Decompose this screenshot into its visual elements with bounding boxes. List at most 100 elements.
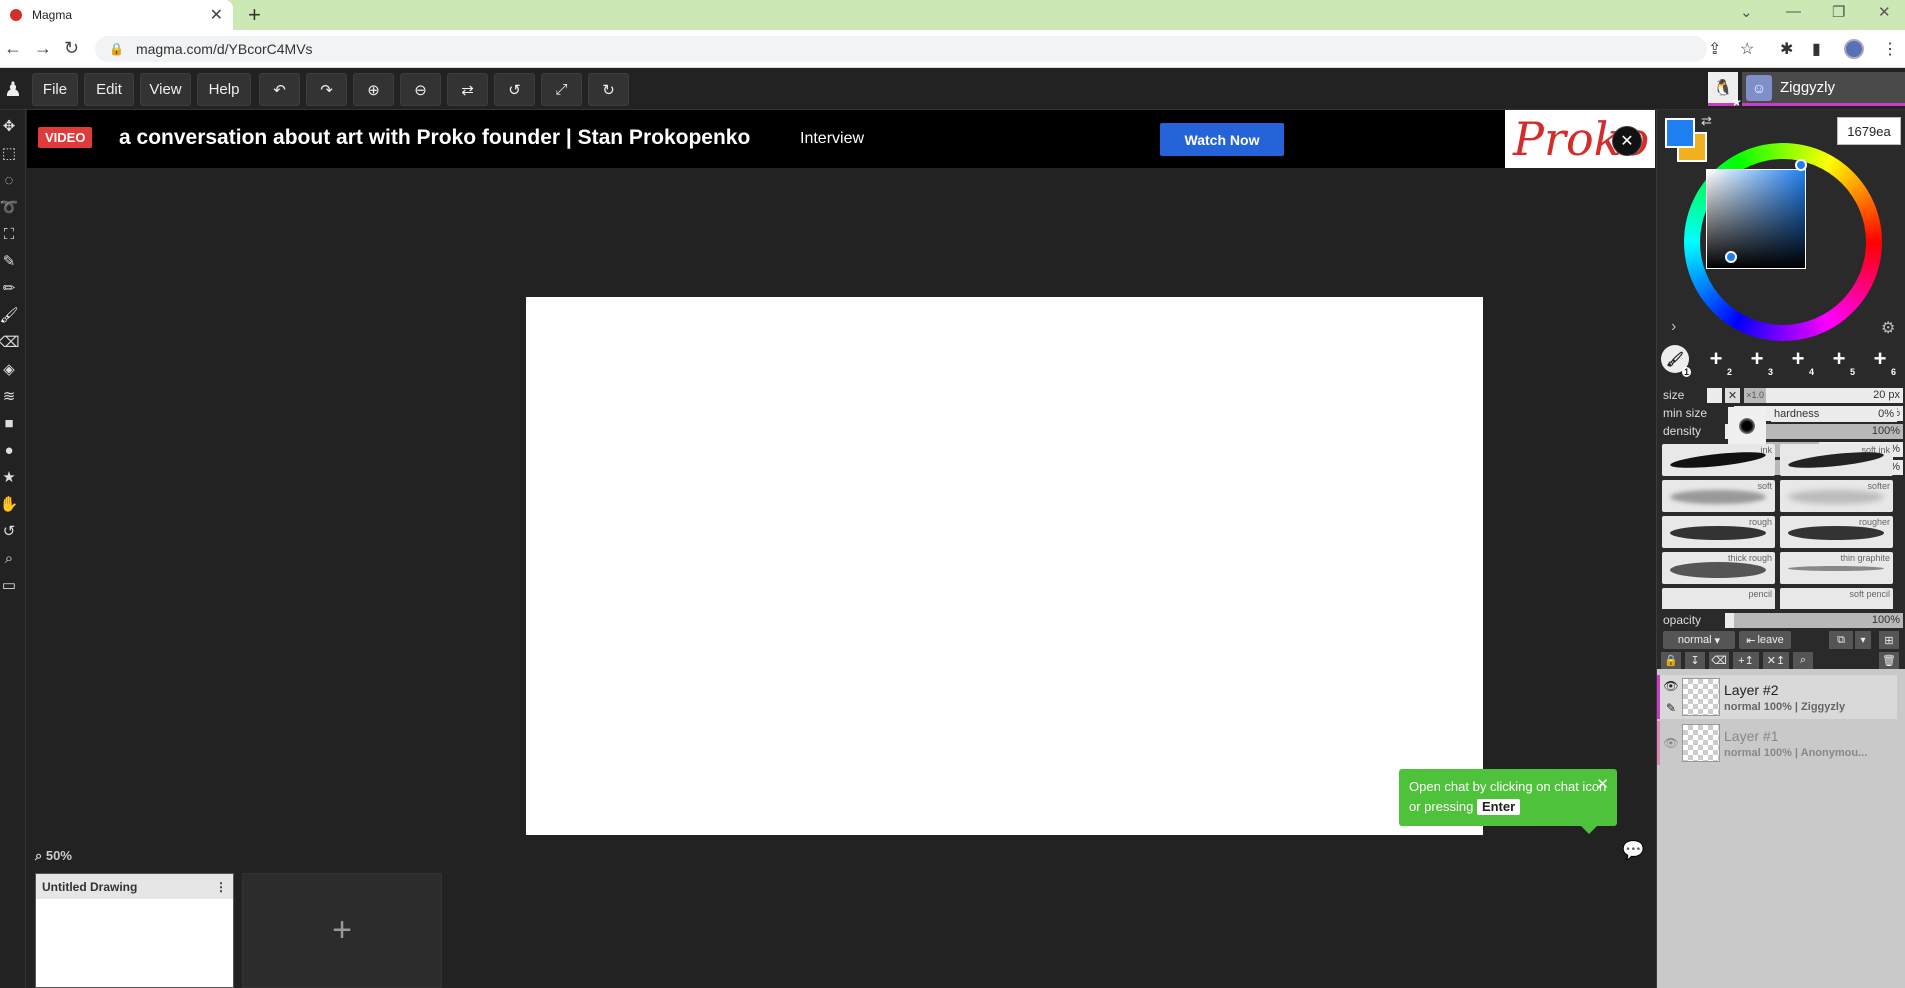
brush-slot-5[interactable]: +5 [1825, 345, 1855, 377]
url-input[interactable]: 🔒 magma.com/d/YBcorC4MVs [95, 36, 1707, 62]
share-icon[interactable]: ⇪ [1708, 39, 1721, 59]
eyedropper-tool-icon[interactable]: ✎ [0, 251, 18, 271]
brush-preset-ink[interactable]: ink [1662, 444, 1775, 476]
browser-menu-icon[interactable]: ⋮ [1882, 39, 1898, 59]
move-tool-icon[interactable]: ✥ [0, 116, 18, 136]
paint-bucket-tool-icon[interactable]: ◈ [0, 359, 18, 379]
forward-icon[interactable]: → [34, 38, 52, 59]
eye-icon[interactable]: 👁 [1663, 736, 1678, 750]
menu-view-button[interactable]: View [140, 73, 191, 106]
brush-preset-soft-ink[interactable]: soft ink [1780, 444, 1893, 476]
saturation-value-square[interactable] [1706, 169, 1806, 269]
chat-icon[interactable]: 💬 [1622, 840, 1644, 861]
layer-search-icon[interactable]: ⌕ [1793, 652, 1813, 669]
eye-icon[interactable]: 👁 [1663, 679, 1678, 693]
zoom-out-button[interactable]: ⊖ [400, 73, 441, 106]
side-panel-icon[interactable]: ▮ [1812, 39, 1821, 59]
layer-item[interactable]: 👁 Layer #1 normal 100% | Anonymou... [1657, 721, 1897, 765]
brush-preset-softer[interactable]: softer [1780, 480, 1893, 512]
layer-add-below-icon[interactable]: +↥ [1733, 652, 1759, 669]
color-settings-gear-icon[interactable]: ⚙ [1881, 318, 1895, 338]
rotate-view-button[interactable]: ↺ [494, 73, 535, 106]
sv-picker-knob[interactable] [1795, 159, 1807, 171]
minimize-icon[interactable]: — [1786, 3, 1801, 20]
close-tab-icon[interactable]: ✕ [210, 5, 223, 25]
expand-panel-icon[interactable]: › [1671, 318, 1676, 336]
drawing-thumbnail-card[interactable]: Untitled Drawing ⋮ [35, 873, 234, 988]
brush-slot-2[interactable]: +2 [1702, 345, 1732, 377]
hue-picker-knob[interactable] [1725, 251, 1737, 263]
size-pressure-off-icon[interactable]: ✕ [1725, 387, 1740, 403]
swap-colors-icon[interactable]: ⇄ [1701, 113, 1712, 129]
magma-logo-icon[interactable]: ♟ [0, 68, 26, 110]
drawing-menu-icon[interactable]: ⋮ [215, 880, 227, 894]
menu-help-button[interactable]: Help [197, 73, 251, 106]
brush-size-slider[interactable]: ×1.0 20 px [1744, 387, 1903, 403]
ad-watch-now-button[interactable]: Watch Now [1160, 123, 1284, 156]
brush-shape-preview[interactable] [1728, 407, 1766, 445]
add-layer-icon[interactable]: ⊞ [1879, 631, 1899, 649]
ad-close-button[interactable]: ✕ [1612, 126, 1642, 156]
ellipse-tool-icon[interactable]: ● [0, 440, 18, 460]
brush-slot-4[interactable]: +4 [1784, 345, 1814, 377]
add-drawing-button[interactable]: + [242, 873, 442, 988]
layer-opacity-slider[interactable]: 100% [1734, 612, 1903, 628]
hex-color-input[interactable]: 1679ea [1837, 117, 1901, 145]
layer-menu-chevron-icon[interactable]: ▾ [1855, 631, 1871, 649]
owner-avatar[interactable]: 🐧 ★ [1708, 72, 1742, 109]
ellipse-select-tool-icon[interactable]: ◌ [0, 170, 18, 190]
rect-select-tool-icon[interactable]: ⬚ [0, 143, 18, 163]
brush-preset-pencil[interactable]: pencil [1662, 588, 1775, 609]
chat-tooltip-close-icon[interactable]: ✕ [1596, 775, 1609, 795]
brush-preset-thin-graphite[interactable]: thin graphite [1780, 552, 1893, 584]
duplicate-layer-icon[interactable]: ⧉ [1829, 631, 1853, 649]
profile-avatar[interactable] [1844, 39, 1864, 59]
menu-file-button[interactable]: File [32, 73, 78, 106]
eraser-tool-icon[interactable]: ⌫ [0, 332, 20, 352]
extensions-icon[interactable]: ✱ [1780, 39, 1793, 59]
bookmark-star-icon[interactable]: ☆ [1740, 39, 1754, 59]
lock-layer-icon[interactable]: 🔒 [1661, 652, 1681, 669]
brush-preset-thick-rough[interactable]: thick rough [1662, 552, 1775, 584]
brush-slot-1[interactable]: 🖌 1 [1661, 345, 1691, 377]
reset-view-button[interactable]: ↻ [588, 73, 629, 106]
leave-layer-button[interactable]: ⇤ leave [1739, 631, 1791, 649]
brush-preset-rougher[interactable]: rougher [1780, 516, 1893, 548]
close-window-icon[interactable]: ✕ [1878, 3, 1891, 21]
zoom-in-button[interactable]: ⊕ [353, 73, 394, 106]
comment-tool-icon[interactable]: ▭ [0, 575, 18, 595]
brush-tool-icon[interactable]: 🖌 [0, 305, 19, 325]
brush-slot-3[interactable]: +3 [1743, 345, 1773, 377]
brush-preset-soft[interactable]: soft [1662, 480, 1775, 512]
rotate-tool-icon[interactable]: ↺ [0, 521, 18, 541]
layer-item[interactable]: 👁 ✎ Layer #2 normal 100% | Ziggyzly [1657, 675, 1897, 719]
primary-color-swatch[interactable] [1665, 118, 1695, 148]
size-pressure-toggle[interactable] [1707, 387, 1722, 403]
new-tab-icon[interactable]: + [248, 2, 261, 28]
flip-view-button[interactable]: ⇄ [447, 73, 488, 106]
blend-mode-select[interactable]: normal ▾ [1663, 631, 1735, 649]
zoom-tool-icon[interactable]: ⌕ [0, 548, 18, 568]
menu-edit-button[interactable]: Edit [84, 73, 134, 106]
restore-icon[interactable]: ❐ [1832, 3, 1845, 21]
merge-down-icon[interactable]: ↧ [1685, 652, 1705, 669]
delete-layer-icon[interactable]: 🗑 [1879, 652, 1899, 669]
fullscreen-button[interactable]: ⤢ [541, 73, 582, 106]
shape-tool-icon[interactable]: ★ [0, 467, 18, 487]
rectangle-tool-icon[interactable]: ■ [0, 413, 18, 433]
user-chip[interactable]: ☺ Ziggyzly [1742, 72, 1905, 106]
brush-preset-rough[interactable]: rough [1662, 516, 1775, 548]
pencil-tool-icon[interactable]: ✏ [0, 278, 18, 298]
layer-remove-icon[interactable]: ✕↥ [1763, 652, 1789, 669]
brush-slot-6[interactable]: +6 [1866, 345, 1896, 377]
hand-tool-icon[interactable]: ✋ [0, 494, 18, 514]
ad-banner[interactable]: VIDEO a conversation about art with Prok… [27, 110, 1505, 168]
brush-preset-soft-pencil[interactable]: soft pencil [1780, 588, 1893, 609]
transform-tool-icon[interactable]: ⛶ [0, 224, 18, 244]
reload-icon[interactable]: ↻ [64, 38, 79, 59]
clear-layer-icon[interactable]: ⌫ [1709, 652, 1729, 669]
lasso-tool-icon[interactable]: ➰ [0, 197, 18, 217]
redo-button[interactable]: ↷ [306, 73, 347, 106]
undo-button[interactable]: ↶ [259, 73, 300, 106]
brush-hardness-slider[interactable]: hardness 0% [1771, 407, 1897, 422]
